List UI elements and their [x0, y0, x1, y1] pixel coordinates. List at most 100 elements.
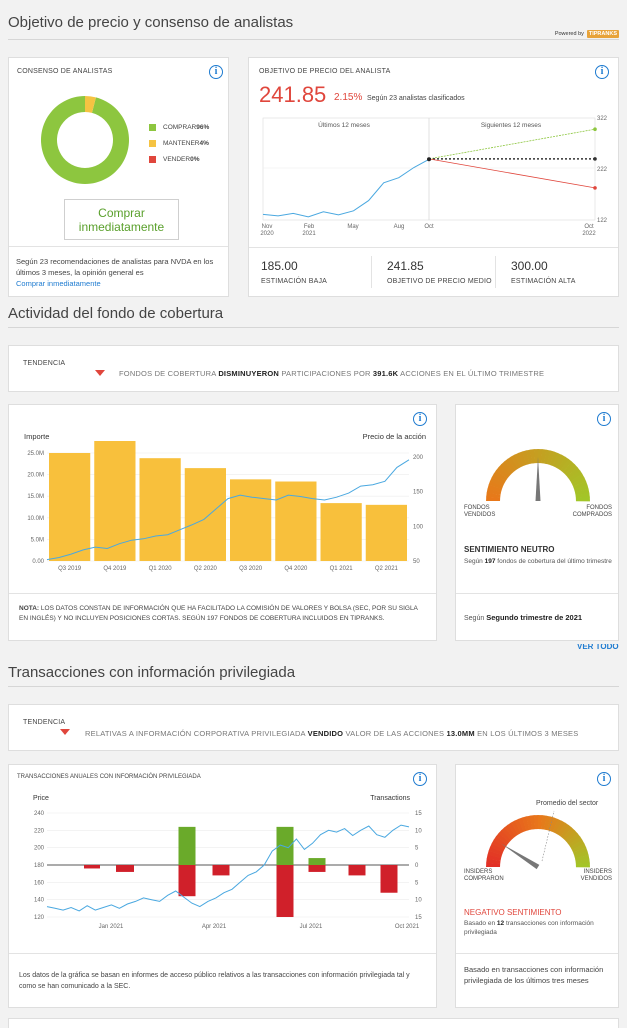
price-target-card: OBJETIVO DE PRECIO DEL ANALISTA i 241.85…: [248, 57, 619, 297]
average-target-value: 241.85: [387, 259, 424, 273]
legend-value: 96%: [196, 123, 210, 131]
legend-item: COMPRAR 96%: [149, 119, 209, 135]
right-tick-label: 10: [415, 828, 422, 834]
hedge-sentiment-gauge: [486, 449, 590, 502]
x-tick-label: Oct 2021: [395, 924, 420, 930]
x-tick-label: Q4 2019: [103, 566, 127, 572]
section-divider: [8, 686, 619, 687]
right-axis-title: Transactions: [370, 795, 410, 802]
insider-trend-card: TENDENCIA RELATIVAS A INFORMACIÓN CORPOR…: [8, 704, 619, 751]
tipranks-logo[interactable]: TIPRANKS: [586, 30, 619, 38]
x-tick-label: Q4 2020: [284, 566, 308, 572]
bar-q3-2019: [49, 453, 91, 561]
sentiment-desc: Según 197 fondos de cobertura del último…: [464, 557, 614, 566]
analyst-consensus-card: CONSENSO DE ANALISTAS i COMPRAR 96% MANTE…: [8, 57, 229, 297]
trend-part: PARTICIPACIONES POR: [281, 369, 371, 378]
x-tick-label: Aug: [394, 224, 405, 230]
period-label: Según: [464, 615, 485, 622]
legend-label: VENDER: [163, 155, 191, 163]
right-axis-title: Precio de la acción: [362, 432, 426, 441]
legend-swatch: [149, 123, 156, 131]
insider-trend-text: RELATIVAS A INFORMACIÓN CORPORATIVA PRIV…: [85, 729, 578, 738]
y-tick-label: 15.0M: [27, 494, 44, 500]
info-icon[interactable]: i: [595, 65, 609, 79]
powered-by-label: Powered by: [554, 31, 584, 37]
y-tick-label: 122: [597, 218, 608, 224]
info-icon[interactable]: i: [209, 65, 223, 79]
gauge-needle: [535, 457, 541, 501]
note-text: LOS DATOS CONSTAN DE INFORMACIÓN QUE HA …: [19, 605, 418, 622]
summary-link[interactable]: Comprar inmediatamente: [16, 278, 226, 289]
x-tick-label: Oct: [424, 224, 434, 230]
divider: [456, 593, 618, 594]
x-tick-year: 2022: [582, 231, 596, 237]
insider-footer: Los datos de la gráfica se basan en info…: [19, 972, 410, 990]
powered-by: Powered by TIPRANKS: [555, 30, 619, 38]
hedge-chart-card: i Importe Precio de la acción 25.0M 20.0M…: [8, 404, 437, 641]
right-tick-label: 10: [415, 898, 422, 904]
sell-bar: [348, 865, 366, 876]
transaction-count: 12: [496, 920, 505, 927]
next-card: [8, 1018, 619, 1028]
bar-q2-2020: [184, 468, 226, 561]
y-tick-label: 240: [34, 811, 45, 817]
right-tick-label: 150: [413, 490, 424, 496]
forecast-point: [593, 186, 597, 190]
divider: [9, 953, 436, 954]
section-title-price-target: Objetivo de precio y consenso de analist…: [8, 14, 294, 31]
divider: [371, 256, 372, 288]
info-icon[interactable]: i: [597, 412, 611, 426]
right-tick-label: 5: [415, 846, 419, 852]
gauge-needle: [500, 843, 540, 870]
bar-q2-2021: [365, 504, 407, 561]
info-icon[interactable]: i: [413, 772, 427, 786]
x-tick-label: Feb: [304, 224, 315, 230]
right-tick-label: 15: [415, 811, 422, 817]
y-tick-label: 222: [597, 167, 608, 173]
buy-bar: [308, 858, 326, 865]
card-title: CONSENSO DE ANALISTAS: [17, 68, 113, 75]
insider-sentiment-card: i Promedio del sector INSIDERS COMPRARON…: [455, 764, 619, 1008]
see-all-link[interactable]: VER TODO: [577, 644, 619, 653]
buy-bar: [178, 826, 196, 865]
hedge-sentiment-card: i FONDOS VENDIDOS FONDOS COMPRADOS SENTI…: [455, 404, 619, 641]
current-price-point: [427, 157, 431, 162]
x-tick-label: Q3 2020: [239, 566, 263, 572]
sell-bar: [212, 865, 230, 876]
trend-part: FONDOS DE COBERTURA: [119, 369, 217, 378]
x-tick-label: Q2 2021: [375, 566, 399, 572]
trend-verb: VENDIDO: [307, 729, 344, 738]
average-price-target: 241.85: [259, 82, 327, 107]
y-tick-label: 5.0M: [31, 537, 44, 543]
sentiment-footer: Basado en transacciones con información …: [464, 965, 604, 985]
x-tick-label: Jan 2021: [99, 924, 124, 930]
period-value: Segundo trimestre de 2021: [486, 613, 583, 622]
hedge-trend-card: TENDENCIA FONDOS DE COBERTURA DISMINUYER…: [8, 345, 619, 392]
hedge-trend-text: FONDOS DE COBERTURA DISMINUYERON PARTICI…: [119, 369, 544, 378]
buy-now-button[interactable]: Comprar inmediatamente: [64, 199, 179, 240]
analyst-basis: Según 23 analistas clasificados: [367, 95, 465, 102]
info-icon[interactable]: i: [413, 412, 427, 426]
consensus-donut: [41, 96, 130, 184]
legend-label: MANTENER: [163, 139, 200, 147]
y-tick-label: 180: [34, 863, 45, 869]
low-estimate-value: 185.00: [261, 259, 298, 273]
card-title: OBJETIVO DE PRECIO DEL ANALISTA: [259, 68, 391, 75]
trend-part: VALOR DE LAS ACCIONES: [345, 729, 445, 738]
x-tick-label: May: [347, 224, 358, 230]
bar-q1-2020: [139, 458, 181, 561]
divider: [9, 593, 436, 594]
right-tick-label: 0: [415, 863, 419, 869]
right-tick-label: 15: [415, 915, 422, 921]
info-icon[interactable]: i: [597, 772, 611, 786]
right-tick-label: 200: [413, 455, 424, 461]
forecast-line: [428, 158, 596, 189]
legend-swatch: [149, 155, 156, 163]
trend-verb: DISMINUYERON: [218, 369, 280, 378]
y-tick-label: 10.0M: [27, 516, 44, 522]
sentiment-title: SENTIMIENTO NEUTRO: [464, 545, 555, 554]
consensus-legend: COMPRAR 96% MANTENER 4% VENDER 0%: [149, 119, 209, 167]
section-divider: [8, 39, 619, 40]
x-tick-year: 2021: [302, 231, 316, 237]
legend-item: MANTENER 4%: [149, 135, 209, 151]
